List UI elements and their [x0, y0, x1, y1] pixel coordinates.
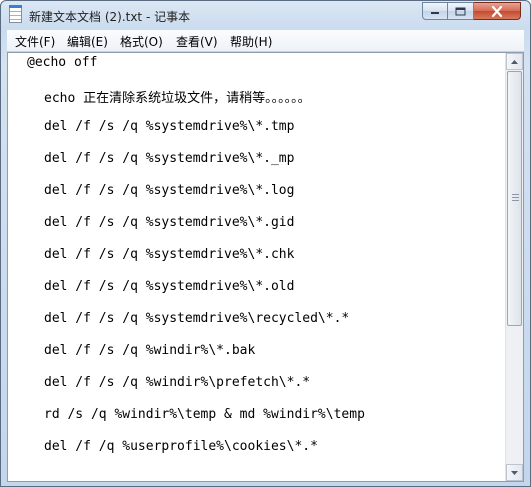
menu-view[interactable]: 查看(V) — [176, 33, 218, 50]
menu-bar: 文件(F) 编辑(E) 格式(O) 查看(V) 帮助(H) — [7, 30, 524, 52]
vertical-scrollbar[interactable] — [505, 53, 523, 481]
scroll-up-arrow-icon — [511, 59, 518, 64]
text-line: del /f /s /q %systemdrive%\*._mp — [44, 151, 295, 166]
text-line: del /f /q %userprofile%\cookies\*.* — [44, 439, 318, 454]
text-line: del /f /s /q %windir%\*.bak — [44, 343, 256, 358]
text-line: echo 正在清除系统垃圾文件，请稍等。。。。。。 — [44, 91, 311, 106]
text-line: del /f /s /q %systemdrive%\recycled\*.* — [44, 311, 350, 326]
text-line: del /f /s /q %systemdrive%\*.gid — [44, 215, 295, 230]
menu-help[interactable]: 帮助(H) — [230, 33, 272, 50]
close-icon — [491, 5, 503, 17]
text-line: del /f /s /q %systemdrive%\*.chk — [44, 247, 295, 262]
text-line: del /f /s /q %systemdrive%\*.old — [44, 279, 295, 294]
maximize-button[interactable] — [448, 2, 474, 20]
scroll-down-button[interactable] — [506, 464, 523, 481]
minimize-button[interactable] — [422, 2, 448, 20]
close-button[interactable] — [474, 2, 521, 20]
menu-file[interactable]: 文件(F) — [15, 33, 55, 50]
text-editor[interactable]: @echo off echo 正在清除系统垃圾文件，请稍等。。。。。。 del … — [7, 52, 524, 482]
text-line: del /f /s /q %systemdrive%\*.tmp — [44, 119, 295, 134]
thumb-grip — [512, 194, 519, 203]
text-line: del /f /s /q %windir%\prefetch\*.* — [44, 375, 311, 390]
scroll-up-button[interactable] — [506, 53, 523, 70]
scrollbar-thumb[interactable] — [507, 71, 522, 326]
notepad-icon[interactable] — [9, 5, 22, 23]
text-line: del /f /s /q %systemdrive%\*.log — [44, 183, 295, 198]
title-bar[interactable]: 新建文本文档 (2).txt - 记事本 — [1, 1, 530, 30]
maximize-icon — [455, 7, 466, 15]
scroll-down-arrow-icon — [511, 470, 518, 475]
text-line: @echo off — [27, 55, 98, 70]
text-line: rd /s /q %windir%\temp & md %windir%\tem… — [44, 407, 365, 422]
minimize-icon — [431, 12, 439, 14]
menu-edit[interactable]: 编辑(E) — [67, 33, 108, 50]
window-title: 新建文本文档 (2).txt - 记事本 — [29, 10, 191, 24]
notepad-window: 新建文本文档 (2).txt - 记事本 文件(F) 编辑(E) 格式(O) 查… — [0, 0, 531, 487]
text-content-area[interactable]: @echo off echo 正在清除系统垃圾文件，请稍等。。。。。。 del … — [8, 53, 506, 481]
menu-format[interactable]: 格式(O) — [120, 33, 163, 50]
